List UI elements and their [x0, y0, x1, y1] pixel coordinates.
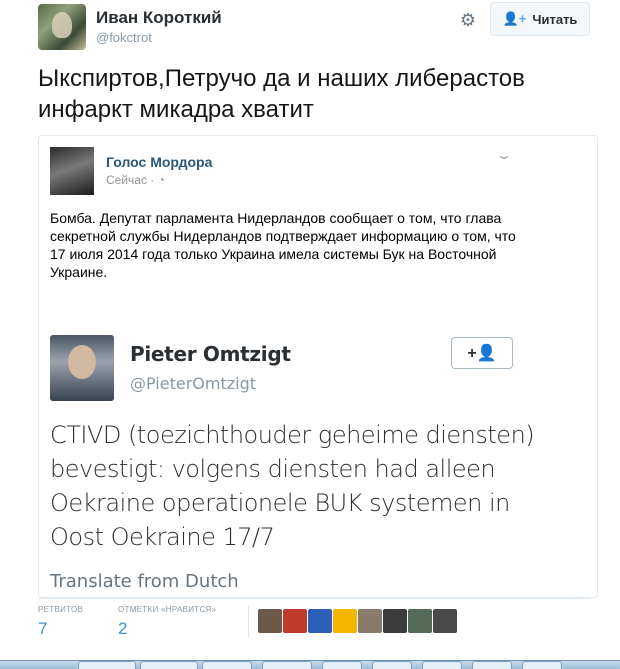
follow-button[interactable]: 👤+ Читать	[490, 2, 590, 36]
taskbar-item[interactable]	[262, 661, 312, 669]
tweet-text: Ыкспиртов,Петручо да и наших либерастов …	[38, 65, 525, 123]
taskbar-item[interactable]	[322, 661, 362, 669]
card-text: Бомба. Депутат парламента Нидерландов со…	[50, 210, 516, 280]
card-avatar[interactable]	[50, 147, 94, 195]
embedded-post-card: Голос Мордора Сейчас · ◔ ⌄ Бомба. Депута…	[38, 135, 598, 598]
author-handle[interactable]: @fokctrot	[96, 30, 152, 45]
taskbar-item[interactable]	[78, 661, 136, 669]
liker-avatar[interactable]	[358, 609, 382, 633]
card-timestamp: Сейчас · ◔	[106, 173, 165, 187]
taskbar-item[interactable]	[472, 661, 512, 669]
author-name[interactable]: Иван Короткий	[96, 8, 222, 28]
taskbar-item[interactable]	[422, 661, 462, 669]
translate-link: Translate from Dutch	[50, 571, 239, 592]
taskbar-item[interactable]	[202, 661, 252, 669]
liker-avatar[interactable]	[258, 609, 282, 633]
likes-count[interactable]: 2	[118, 619, 127, 639]
taskbar-item[interactable]	[372, 661, 412, 669]
embedded-tweet-text: CTIVD (toezichthouder geheime diensten) …	[50, 421, 535, 551]
author-avatar[interactable]	[38, 4, 86, 50]
retweets-label: РЕТВИТОВ	[38, 605, 84, 614]
gear-icon[interactable]: ⚙	[458, 10, 478, 30]
liker-avatar[interactable]	[283, 609, 307, 633]
embedded-follow-label: +👤	[467, 345, 497, 362]
stats-vertical-divider	[248, 606, 249, 638]
embedded-author-name: Pieter Omtzigt	[130, 342, 291, 366]
embedded-author-avatar	[50, 335, 114, 401]
taskbar-item[interactable]	[140, 661, 198, 669]
add-user-icon: 👤+	[502, 11, 527, 26]
liker-avatar[interactable]	[383, 609, 407, 633]
globe-icon: ◔	[157, 173, 165, 187]
embedded-author-handle: @PieterOmtzigt	[130, 374, 257, 393]
stats-divider	[38, 598, 590, 599]
embedded-follow-button: +👤	[451, 337, 513, 369]
liker-avatar[interactable]	[433, 609, 457, 633]
card-time-text: Сейчас ·	[106, 173, 155, 187]
likes-label: ОТМЕТКИ «НРАВИТСЯ»	[118, 605, 217, 614]
retweets-count[interactable]: 7	[38, 619, 47, 639]
chevron-down-icon[interactable]: ⌄	[496, 148, 512, 162]
taskbar-item[interactable]	[522, 661, 562, 669]
liker-avatar[interactable]	[333, 609, 357, 633]
follow-button-label: Читать	[532, 11, 578, 27]
card-author-name[interactable]: Голос Мордора	[106, 154, 212, 170]
likers-avatars	[258, 609, 457, 633]
liker-avatar[interactable]	[308, 609, 332, 633]
liker-avatar[interactable]	[408, 609, 432, 633]
